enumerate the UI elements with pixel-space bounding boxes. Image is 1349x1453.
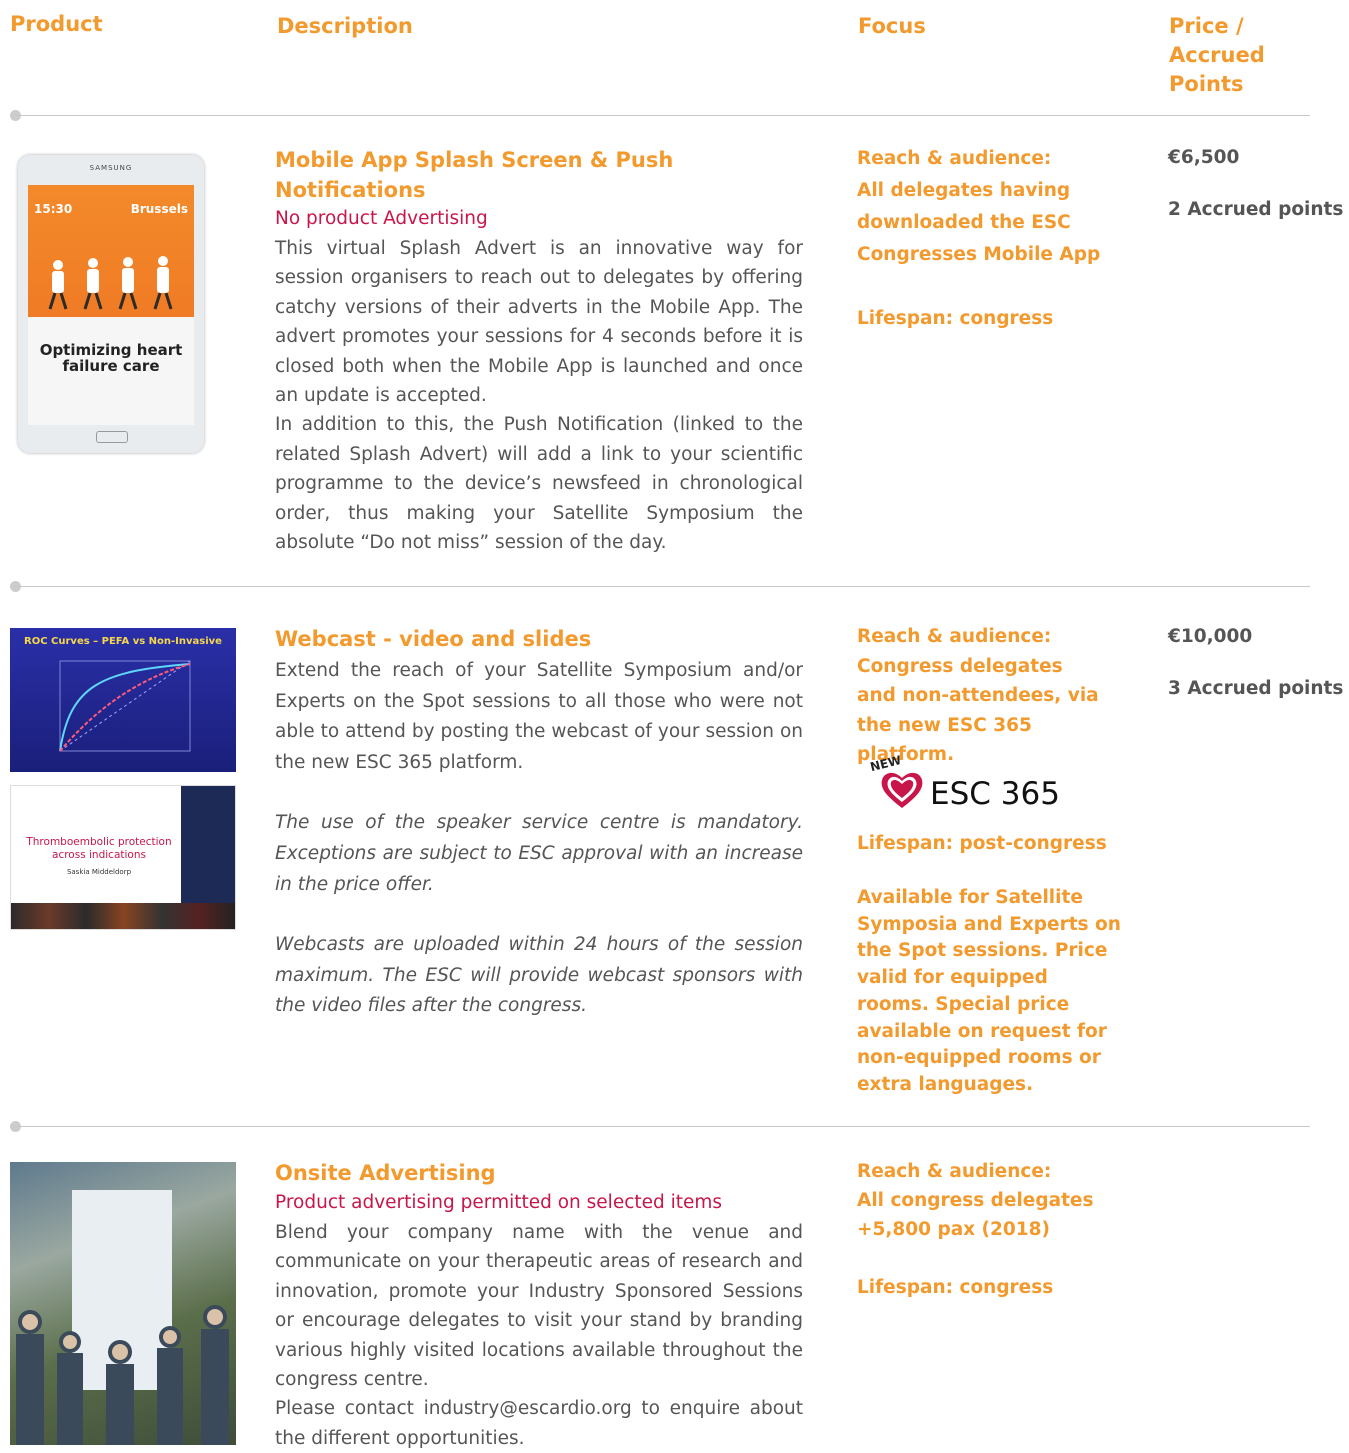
- divider-line: [14, 586, 1310, 587]
- description-paragraph: This virtual Splash Advert is an innovat…: [275, 238, 803, 407]
- divider-line: [14, 1126, 1310, 1127]
- slide-bottom-strip: [11, 903, 235, 929]
- slide-title: ROC Curves – PEFA vs Non-Invasive: [24, 636, 222, 647]
- focus-lifespan: Lifespan: congress: [857, 308, 1054, 329]
- focus-reach-label: Reach & audience:: [857, 1161, 1052, 1182]
- focus-reach: All congress delegates +5,800 pax (2018): [857, 1190, 1094, 1240]
- tablet-time: 15:30: [34, 202, 73, 216]
- header-price-line-2: Accrued: [1169, 43, 1265, 67]
- header-focus: Focus: [858, 14, 926, 38]
- header-product: Product: [10, 12, 103, 36]
- description-paragraph: Extend the reach of your Satellite Sympo…: [275, 660, 803, 773]
- accrued-points: 2 Accrued points: [1168, 199, 1344, 220]
- description-paragraph: Webcasts are uploaded within 24 hours of…: [275, 934, 803, 1017]
- tablet-brand: SAMSUNG: [89, 164, 133, 172]
- description-paragraph: The use of the speaker service centre is…: [275, 812, 803, 895]
- description-paragraph: In addition to this, the Push Notificati…: [275, 414, 803, 554]
- slide-title: Thromboembolic protection across indicat…: [26, 836, 172, 861]
- crowd-illustration: [16, 1305, 229, 1445]
- divider-line: [14, 115, 1310, 116]
- description-paragraph: Blend your company name with the venue a…: [275, 1222, 803, 1391]
- focus-lifespan: Lifespan: congress: [857, 1277, 1054, 1298]
- webcast-speaker-slide-image: Thromboembolic protection across indicat…: [10, 785, 236, 930]
- tablet-caption: Optimizing heart failure care: [39, 341, 183, 375]
- speaker-video-panel: [181, 786, 235, 904]
- focus-lifespan: Lifespan: post-congress: [857, 833, 1107, 854]
- product-title: Mobile App Splash Screen & Push Notifica…: [275, 148, 674, 202]
- focus-column: Reach & audience: Congress delegates and…: [857, 622, 1137, 770]
- accrued-points: 3 Accrued points: [1168, 678, 1344, 699]
- product-description: This virtual Splash Advert is an innovat…: [275, 234, 803, 557]
- header-price-line-3: Points: [1169, 72, 1244, 96]
- logo-esc-365-text: ESC 365: [930, 776, 1060, 812]
- focus-reach: All delegates having downloaded the ESC …: [857, 180, 1101, 265]
- product-title: Onsite Advertising: [275, 1161, 496, 1185]
- header-price-line-1: Price /: [1169, 14, 1244, 38]
- logo-new-label: NEW: [869, 753, 903, 774]
- product-title: Webcast - video and slides: [275, 627, 592, 651]
- tablet-home-button: [96, 431, 128, 443]
- price: €10,000: [1168, 626, 1253, 647]
- header-description: Description: [277, 14, 413, 38]
- focus-column: Reach & audience: All congress delegates…: [857, 1157, 1137, 1302]
- price: €6,500: [1168, 147, 1240, 168]
- onsite-advertising-photo: [10, 1162, 236, 1445]
- focus-reach-label: Reach & audience:: [857, 626, 1052, 647]
- tablet-city: Brussels: [130, 202, 188, 216]
- tablet-splash-image: SAMSUNG 15:30 Brussels Optimizing heart …: [18, 155, 204, 453]
- walking-people-illustration: [48, 256, 173, 310]
- esc-365-logo: NEW ESC 365: [868, 752, 1068, 812]
- roc-curve-illustration: [59, 660, 191, 752]
- webcast-chart-slide-image: ROC Curves – PEFA vs Non-Invasive: [10, 628, 236, 772]
- header-price: Price / Accrued Points: [1169, 12, 1265, 99]
- focus-reach-label: Reach & audience:: [857, 148, 1052, 169]
- description-paragraph: Please contact industry@escardio.org to …: [275, 1398, 803, 1449]
- product-subtitle: No product Advertising: [275, 208, 488, 229]
- product-subtitle: Product advertising permitted on selecte…: [275, 1192, 723, 1213]
- focus-notes: Available for Satellite Symposia and Exp…: [857, 887, 1121, 1095]
- slide-speaker: Saskia Middeldorp: [66, 868, 132, 876]
- product-description: Blend your company name with the venue a…: [275, 1218, 803, 1453]
- product-description: Extend the reach of your Satellite Sympo…: [275, 656, 803, 1022]
- tablet-screen: 15:30 Brussels Optimizing heart failure …: [28, 185, 194, 425]
- focus-column: Reach & audience: All delegates having d…: [857, 143, 1137, 335]
